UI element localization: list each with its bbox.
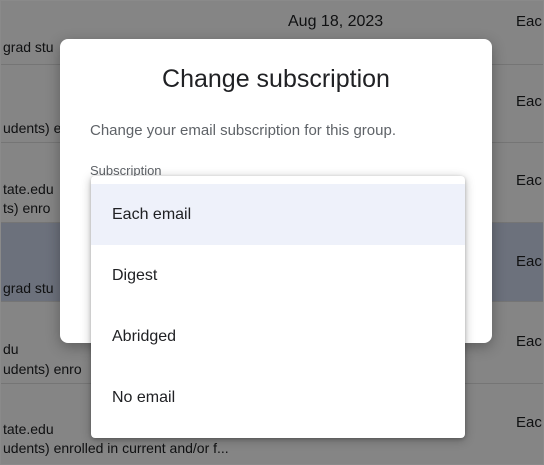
screen-frame: Aug 18, 2023 grad stu Eac udents) e Eac …: [0, 0, 544, 465]
option-no-email[interactable]: No email: [91, 367, 465, 428]
option-each-email[interactable]: Each email: [91, 184, 465, 245]
subscription-dropdown-menu: Each email Digest Abridged No email: [91, 176, 465, 438]
dialog-title: Change subscription: [162, 65, 390, 93]
option-digest[interactable]: Digest: [91, 245, 465, 306]
dialog-description: Change your email subscription for this …: [90, 122, 396, 139]
option-abridged[interactable]: Abridged: [91, 306, 465, 367]
